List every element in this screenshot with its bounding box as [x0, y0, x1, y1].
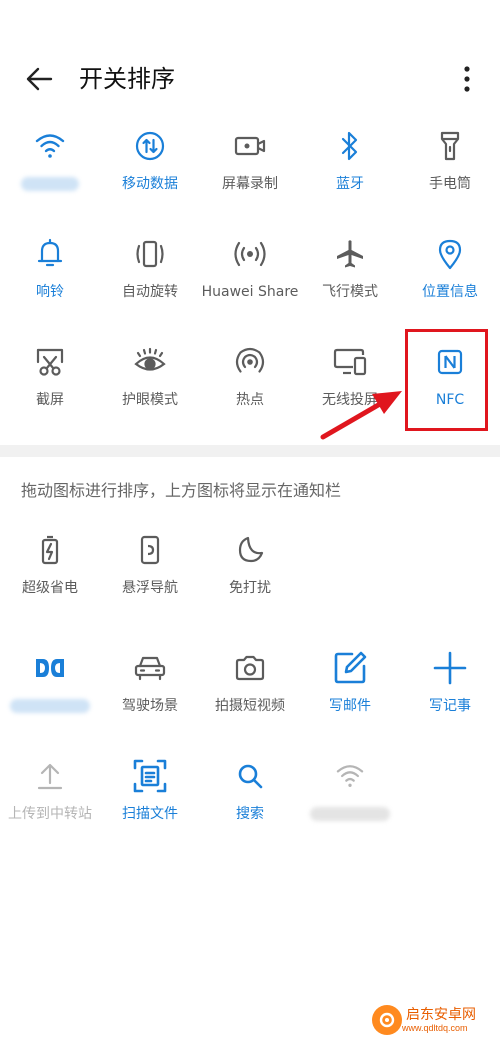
- screen-record-icon: [230, 126, 270, 166]
- watermark-name: 启东安卓网: [406, 1006, 476, 1023]
- app-header: 开关排序: [0, 0, 500, 120]
- wifi-icon: [330, 756, 370, 796]
- switch-label: 悬浮导航: [122, 580, 178, 596]
- back-button[interactable]: [22, 62, 56, 96]
- switch-label-blurred: [0, 174, 100, 194]
- switch-tile-wifi[interactable]: [0, 126, 100, 230]
- switch-label: 免打扰: [229, 580, 271, 596]
- site-watermark: 启东安卓网 www.qdltdq.com: [372, 1002, 500, 1037]
- location-icon: [430, 234, 470, 274]
- switch-label: 飞行模式: [322, 284, 378, 300]
- switch-label: 扫描文件: [122, 806, 178, 822]
- hotspot-icon: [230, 342, 270, 382]
- switch-label: 超级省电: [22, 580, 78, 596]
- nfc-highlight-box: [405, 329, 488, 431]
- switch-label: 驾驶场景: [122, 698, 178, 714]
- switch-label: 上传到中转站: [8, 806, 92, 822]
- switch-tile-do-not-disturb[interactable]: 免打扰: [200, 530, 300, 634]
- switch-tile-screenshot[interactable]: 截屏: [0, 342, 100, 446]
- do-not-disturb-icon: [230, 530, 270, 570]
- switch-tile-search[interactable]: 搜索: [200, 756, 300, 860]
- huawei-share-icon: [230, 234, 270, 274]
- write-email-icon: [330, 648, 370, 688]
- switch-tile-airplane-mode[interactable]: 飞行模式: [300, 234, 400, 338]
- flashlight-icon: [430, 126, 470, 166]
- switch-tile-scan-document[interactable]: 扫描文件: [100, 756, 200, 860]
- ultra-power-saving-icon: [30, 530, 70, 570]
- airplane-icon: [330, 234, 370, 274]
- bluetooth-icon: [330, 126, 370, 166]
- more-options-button[interactable]: [452, 62, 482, 96]
- auto-rotate-icon: [130, 234, 170, 274]
- eye-comfort-icon: [130, 342, 170, 382]
- add-note-icon: [430, 648, 470, 688]
- switch-label: 蓝牙: [336, 176, 364, 192]
- switch-label: 护眼模式: [122, 392, 178, 408]
- switch-label: 响铃: [36, 284, 64, 300]
- drag-hint-text: 拖动图标进行排序，上方图标将显示在通知栏: [21, 481, 342, 500]
- mobile-data-icon: [130, 126, 170, 166]
- switch-tile-upload-transfer[interactable]: 上传到中转站: [0, 756, 100, 860]
- camera-icon: [230, 648, 270, 688]
- switch-label: 搜索: [236, 806, 264, 822]
- floating-navigation-icon: [130, 530, 170, 570]
- switch-tile-floating-navigation[interactable]: 悬浮导航: [100, 530, 200, 634]
- switch-tile-wifi-disabled[interactable]: [300, 756, 400, 860]
- scan-document-icon: [130, 756, 170, 796]
- page-title: 开关排序: [79, 65, 175, 93]
- switch-tile-driving-mode[interactable]: 驾驶场景: [100, 648, 200, 752]
- annotation-arrow-icon: [320, 391, 402, 440]
- more-vertical-icon: [464, 66, 470, 92]
- blurred-label: [310, 807, 390, 821]
- switch-tile-eye-comfort[interactable]: 护眼模式: [100, 342, 200, 446]
- switch-label: 截屏: [36, 392, 64, 408]
- section-divider: [0, 445, 500, 457]
- switch-tile-huawei-share[interactable]: Huawei Share: [200, 234, 300, 338]
- switch-tile-write-email[interactable]: 写邮件: [300, 648, 400, 752]
- switch-label: 位置信息: [422, 284, 478, 300]
- switch-tile-screen-record[interactable]: 屏幕录制: [200, 126, 300, 230]
- switch-tile-location[interactable]: 位置信息: [400, 234, 500, 338]
- switch-label: 自动旋转: [122, 284, 178, 300]
- switch-tile-auto-rotate[interactable]: 自动旋转: [100, 234, 200, 338]
- blurred-label: [10, 699, 90, 713]
- switch-tile-short-video[interactable]: 拍摄短视频: [200, 648, 300, 752]
- car-icon: [130, 648, 170, 688]
- switch-label: 拍摄短视频: [215, 698, 285, 714]
- switch-label: 手电筒: [429, 176, 471, 192]
- switch-tile-bluetooth[interactable]: 蓝牙: [300, 126, 400, 230]
- switch-label: 移动数据: [122, 176, 178, 192]
- switch-label: Huawei Share: [201, 284, 299, 300]
- switch-tile-mobile-data[interactable]: 移动数据: [100, 126, 200, 230]
- switch-label: 屏幕录制: [222, 176, 278, 192]
- switch-tile-ringer[interactable]: 响铃: [0, 234, 100, 338]
- search-icon: [230, 756, 270, 796]
- back-arrow-icon: [26, 67, 53, 91]
- blurred-label: [21, 177, 79, 191]
- switch-tile-add-note[interactable]: 写记事: [400, 648, 500, 752]
- upload-icon: [30, 756, 70, 796]
- screenshot-icon: [30, 342, 70, 382]
- switch-label-blurred: [0, 696, 100, 716]
- switch-tile-dolby[interactable]: [0, 648, 100, 752]
- bell-icon: [30, 234, 70, 274]
- switch-tile-ultra-power-saving[interactable]: 超级省电: [0, 530, 100, 634]
- switch-label: 写邮件: [329, 698, 371, 714]
- wifi-icon: [30, 126, 70, 166]
- watermark-text-block: 启东安卓网 www.qdltdq.com: [402, 1007, 476, 1033]
- wireless-projection-icon: [330, 342, 370, 382]
- watermark-logo-icon: [372, 1004, 402, 1035]
- switch-tile-flashlight[interactable]: 手电筒: [400, 126, 500, 230]
- switch-tile-hotspot[interactable]: 热点: [200, 342, 300, 446]
- switch-label: 热点: [236, 392, 264, 408]
- switch-label: 写记事: [429, 698, 471, 714]
- watermark-url: www.qdltdq.com: [402, 1022, 468, 1033]
- dolby-icon: [30, 648, 70, 688]
- switch-label-blurred: [300, 804, 400, 824]
